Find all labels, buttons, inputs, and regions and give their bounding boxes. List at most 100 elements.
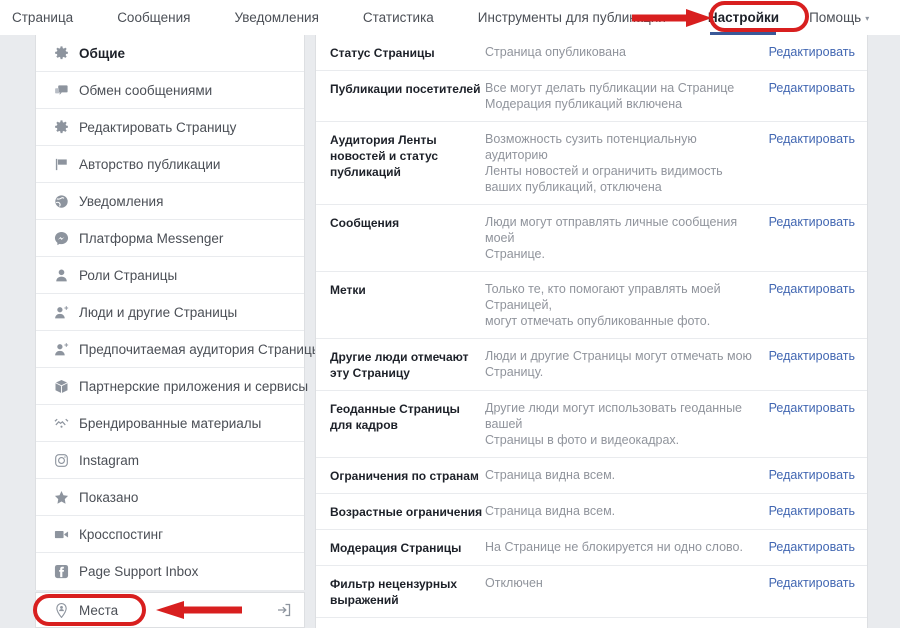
instagram-icon bbox=[53, 452, 70, 469]
sidebar-item-15[interactable]: Page Support Inbox bbox=[36, 553, 304, 590]
nav-tab-label: Настройки bbox=[707, 10, 780, 25]
settings-row-description-line1: Страница видна всем. bbox=[485, 504, 616, 518]
settings-row-description: Страница опубликована bbox=[485, 44, 769, 60]
settings-row-description-line1: Страница опубликована bbox=[485, 45, 626, 59]
settings-row-description: Только те, кто помогают управлять моей С… bbox=[485, 281, 769, 329]
settings-sidebar: Общие Обмен сообщениями Редактировать Стра… bbox=[35, 35, 321, 590]
sidebar-item-11[interactable]: Брендированные материалы bbox=[36, 405, 304, 442]
top-navigation-bar: Страница Сообщения Уведомления Статистика Ин… bbox=[0, 0, 900, 35]
chevron-down-icon: ▾ bbox=[865, 14, 870, 23]
handshake-icon bbox=[53, 415, 70, 432]
nav-tab-1[interactable]: Страница bbox=[12, 0, 73, 35]
sidebar-item-places[interactable]: Места bbox=[35, 592, 305, 628]
settings-row-description-line2: Страницу. bbox=[485, 365, 544, 379]
settings-row-description: Люди и другие Страницы могут отмечать мо… bbox=[485, 348, 769, 380]
edit-link[interactable]: Редактировать bbox=[769, 44, 855, 59]
sidebar-item-8[interactable]: Люди и другие Страницы bbox=[36, 294, 304, 331]
edit-link[interactable]: Редактировать bbox=[769, 348, 855, 363]
edit-link[interactable]: Редактировать bbox=[769, 467, 855, 482]
chat-bubbles-icon bbox=[53, 82, 70, 99]
settings-row-description-line2: Ленты новостей и ограничить видимость ва… bbox=[485, 164, 723, 194]
settings-row-description-line1: Отключен bbox=[485, 576, 543, 590]
arrow-into-box-icon[interactable] bbox=[276, 602, 292, 618]
edit-link[interactable]: Редактировать bbox=[769, 281, 855, 296]
settings-row: Рекомендации похожих СтраницУкажите, мож… bbox=[316, 618, 867, 628]
box-icon bbox=[53, 378, 70, 395]
messenger-icon bbox=[53, 230, 70, 247]
settings-row: Другие люди отмечают эту Страницу Люди и … bbox=[316, 339, 867, 391]
sidebar-item-1[interactable]: Общие bbox=[36, 35, 304, 72]
sidebar-item-label: Кросспостинг bbox=[79, 526, 164, 542]
sidebar-item-9[interactable]: Предпочитаемая аудитория Страницы bbox=[36, 331, 321, 368]
star-icon bbox=[53, 489, 70, 506]
sidebar-item-label: Instagram bbox=[79, 452, 140, 468]
settings-row-title: Ограничения по странам bbox=[330, 469, 479, 483]
settings-row-title: Другие люди отмечают эту Страницу bbox=[330, 350, 469, 380]
sidebar-item-label: Редактировать Страницу bbox=[79, 119, 237, 135]
settings-row: Сообщения Люди могут отправлять личные со… bbox=[316, 205, 867, 272]
sidebar-item-label: Обмен сообщениями bbox=[79, 82, 213, 98]
sidebar-item-6[interactable]: Платформа Messenger bbox=[36, 220, 304, 257]
nav-tab-4[interactable]: Статистика bbox=[363, 0, 434, 35]
settings-row-title: Метки bbox=[330, 283, 366, 297]
nav-tab-label: Статистика bbox=[362, 10, 434, 25]
globe-icon bbox=[53, 193, 70, 210]
settings-row-description-line1: Возможность сузить потенциальную аудитор… bbox=[485, 132, 697, 162]
settings-row-description: Люди могут отправлять личные сообщения м… bbox=[485, 214, 769, 262]
sidebar-item-3[interactable]: Редактировать Страницу bbox=[36, 109, 304, 146]
sidebar-item-14[interactable]: Кросспостинг bbox=[36, 516, 304, 553]
settings-row-description: Другие люди могут использовать геоданные… bbox=[485, 400, 769, 448]
settings-row-description-line2: Странице. bbox=[485, 247, 545, 261]
gear-icon bbox=[53, 45, 70, 62]
settings-row-description-line1: Другие люди могут использовать геоданные… bbox=[485, 401, 743, 431]
location-pin-person-icon bbox=[53, 602, 70, 619]
settings-row-description: Все могут делать публикации на Странице М… bbox=[485, 80, 769, 112]
sidebar-item-label: Предпочитаемая аудитория Страницы bbox=[79, 341, 322, 357]
sidebar-item-label: Места bbox=[79, 602, 119, 618]
settings-row-description: Возможность сузить потенциальную аудитор… bbox=[485, 131, 769, 195]
settings-row: Возрастные ограничения Страница видна все… bbox=[316, 494, 867, 530]
settings-row-description-line2: Страницы в фото и видеокадрах. bbox=[485, 433, 680, 447]
sidebar-item-label: Авторство публикации bbox=[79, 156, 221, 172]
sidebar-item-12[interactable]: Instagram bbox=[36, 442, 304, 479]
settings-row-description-line2: Модерация публикаций включена bbox=[485, 97, 683, 111]
settings-row-title: Возрастные ограничения bbox=[330, 505, 483, 519]
edit-link[interactable]: Редактировать bbox=[769, 503, 855, 518]
nav-tab-label: Уведомления bbox=[234, 10, 319, 25]
nav-tab-6[interactable]: Настройки bbox=[708, 0, 779, 35]
facebook-icon bbox=[53, 563, 70, 580]
settings-row: Статус Страницы Страница опубликована Реда… bbox=[316, 35, 867, 71]
sidebar-item-5[interactable]: Уведомления bbox=[36, 183, 304, 220]
edit-link[interactable]: Редактировать bbox=[769, 539, 855, 554]
settings-row-title: Публикации посетителей bbox=[330, 82, 481, 96]
edit-link[interactable]: Редактировать bbox=[769, 131, 855, 146]
sidebar-item-2[interactable]: Обмен сообщениями bbox=[36, 72, 304, 109]
settings-row-description-line1: Люди и другие Страницы могут отмечать мо… bbox=[485, 349, 752, 363]
sidebar-item-4[interactable]: Авторство публикации bbox=[36, 146, 304, 183]
edit-link[interactable]: Редактировать bbox=[769, 80, 855, 95]
settings-row-description: На Странице не блокируется ни одно слово… bbox=[485, 539, 769, 555]
settings-row-description: Страница видна всем. bbox=[485, 503, 769, 519]
flag-icon bbox=[53, 156, 70, 173]
nav-tab-label: Сообщения bbox=[117, 10, 191, 25]
settings-row: Ограничения по странам Страница видна все… bbox=[316, 458, 867, 494]
settings-row: Аудитория Ленты новостей и статус публик… bbox=[316, 122, 867, 205]
nav-tab-label: Инструменты для публикации bbox=[477, 10, 666, 25]
settings-row-description-line1: Страница видна всем. bbox=[485, 468, 616, 482]
nav-tab-7[interactable]: Помощь ▾ bbox=[809, 0, 869, 35]
settings-row: Модерация Страницы На Странице не блокиру… bbox=[316, 530, 867, 566]
sidebar-item-label: Брендированные материалы bbox=[79, 415, 262, 431]
sidebar-item-13[interactable]: Показано bbox=[36, 479, 304, 516]
sidebar-item-label: Партнерские приложения и сервисы bbox=[79, 378, 309, 394]
edit-link[interactable]: Редактировать bbox=[769, 400, 855, 415]
nav-tab-5[interactable]: Инструменты для публикации bbox=[478, 0, 666, 35]
nav-tab-3[interactable]: Уведомления bbox=[234, 0, 318, 35]
sidebar-item-label: Люди и другие Страницы bbox=[79, 304, 238, 320]
settings-row-description: Страница видна всем. bbox=[485, 467, 769, 483]
edit-link[interactable]: Редактировать bbox=[769, 575, 855, 590]
edit-link[interactable]: Редактировать bbox=[769, 214, 855, 229]
sidebar-item-7[interactable]: Роли Страницы bbox=[36, 257, 304, 294]
nav-tab-2[interactable]: Сообщения bbox=[117, 0, 190, 35]
sidebar-item-10[interactable]: Партнерские приложения и сервисы bbox=[36, 368, 308, 405]
settings-row-title: Фильтр нецензурных выражений bbox=[330, 577, 458, 607]
